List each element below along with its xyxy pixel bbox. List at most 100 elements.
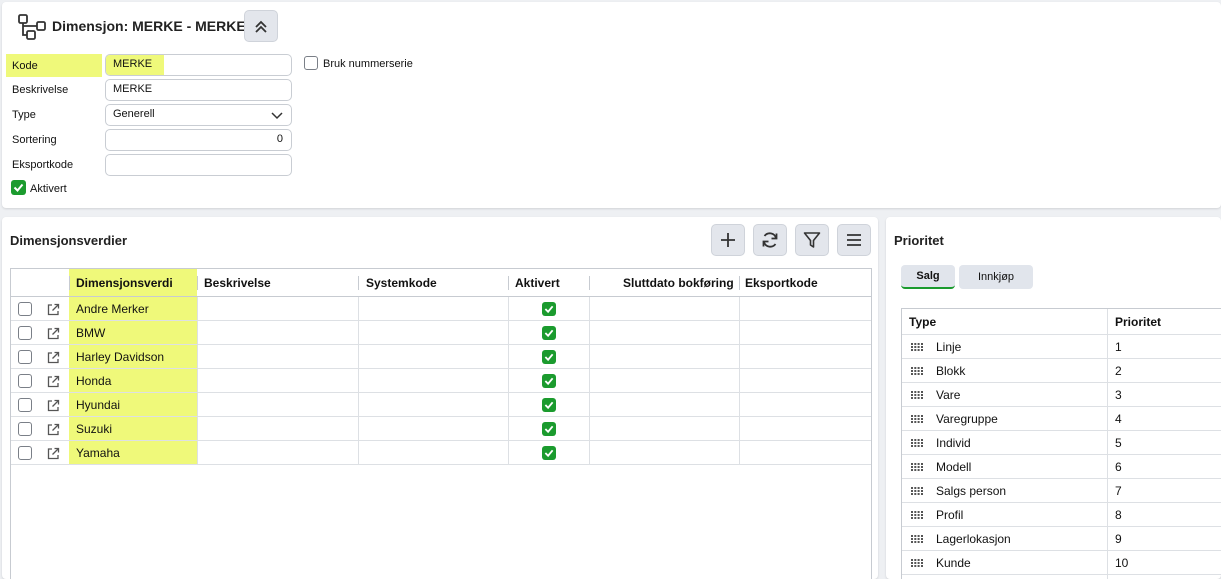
drag-handle-icon[interactable]: [911, 415, 923, 423]
priority-row[interactable]: Vare 3: [902, 383, 1221, 407]
drag-handle-icon[interactable]: [911, 535, 923, 543]
cell-divider: [358, 441, 359, 465]
cell-divider: [197, 321, 198, 345]
add-button[interactable]: [711, 224, 745, 256]
cell-divider: [739, 441, 740, 465]
open-external-icon[interactable]: [47, 447, 60, 460]
priority-row[interactable]: Blokk 2: [902, 359, 1221, 383]
cell-divider: [589, 369, 590, 393]
row-select-checkbox[interactable]: [18, 374, 32, 388]
open-external-icon[interactable]: [47, 375, 60, 388]
row-select-checkbox[interactable]: [18, 326, 32, 340]
cell-divider: [508, 297, 509, 321]
col-aktivert[interactable]: Aktivert: [515, 269, 560, 297]
row-select-checkbox[interactable]: [18, 302, 32, 316]
sortering-input[interactable]: 0: [105, 129, 292, 151]
cell-divider: [739, 321, 740, 345]
drag-handle-icon[interactable]: [911, 487, 923, 495]
type-label: Type: [12, 109, 36, 121]
bruk-nummerserie-checkbox[interactable]: [304, 56, 318, 70]
menu-button[interactable]: [837, 224, 871, 256]
row-select-checkbox[interactable]: [18, 350, 32, 364]
row-select-checkbox[interactable]: [18, 446, 32, 460]
drag-handle-icon[interactable]: [911, 463, 923, 471]
dimension-values-grid: Dimensjonsverdi Beskrivelse Systemkode A…: [10, 268, 872, 579]
aktivert-check[interactable]: [542, 374, 556, 388]
aktivert-check[interactable]: [542, 302, 556, 316]
drag-handle-icon[interactable]: [911, 511, 923, 519]
tab-salg[interactable]: Salg: [901, 265, 955, 289]
open-external-icon[interactable]: [47, 423, 60, 436]
col-dimensjonsverdi[interactable]: Dimensjonsverdi: [76, 269, 173, 297]
table-row[interactable]: Suzuki: [11, 417, 871, 441]
priority-row[interactable]: Salgs person 7: [902, 479, 1221, 503]
grid-header: Dimensjonsverdi Beskrivelse Systemkode A…: [11, 269, 871, 297]
drag-handle-icon[interactable]: [911, 343, 923, 351]
open-external-icon[interactable]: [47, 303, 60, 316]
priority-row[interactable]: Individ 5: [902, 431, 1221, 455]
tab-innkjop[interactable]: Innkjøp: [959, 265, 1033, 289]
row-select-checkbox[interactable]: [18, 398, 32, 412]
priority-row[interactable]: Linje 1: [902, 335, 1221, 359]
col-sep: [358, 276, 359, 290]
cell-divider: [739, 297, 740, 321]
dimensjonsverdi-cell: Hyundai: [76, 398, 121, 412]
cell-divider: [197, 297, 198, 321]
chevron-double-up-icon: [255, 20, 267, 33]
refresh-button[interactable]: [753, 224, 787, 256]
drag-handle-icon[interactable]: [911, 439, 923, 447]
aktivert-checkbox[interactable]: [11, 180, 26, 195]
cell-divider: [589, 417, 590, 441]
aktivert-label: Aktivert: [30, 183, 67, 195]
cell-divider: [197, 417, 198, 441]
eksportkode-input[interactable]: [105, 154, 292, 176]
priority-type-cell: Vare: [936, 388, 961, 402]
menu-icon: [847, 234, 861, 246]
priority-value-cell: 4: [1115, 412, 1122, 426]
kode-value: MERKE: [113, 58, 153, 70]
aktivert-check[interactable]: [542, 446, 556, 460]
row-select-checkbox[interactable]: [18, 422, 32, 436]
table-row[interactable]: Andre Merker: [11, 297, 871, 321]
cell-divider: [589, 297, 590, 321]
cell-divider: [508, 393, 509, 417]
table-row[interactable]: Harley Davidson: [11, 345, 871, 369]
priority-row[interactable]: Modell 6: [902, 455, 1221, 479]
filter-button[interactable]: [795, 224, 829, 256]
drag-handle-icon[interactable]: [911, 559, 923, 567]
checkmark-icon: [544, 353, 554, 362]
open-external-icon[interactable]: [47, 399, 60, 412]
priority-title: Prioritet: [894, 233, 944, 248]
open-external-icon[interactable]: [47, 327, 60, 340]
col-type[interactable]: Type: [909, 309, 936, 335]
priority-value-cell: 9: [1115, 532, 1122, 546]
table-row[interactable]: Yamaha: [11, 441, 871, 465]
priority-row[interactable]: Profil 8: [902, 503, 1221, 527]
col-systemkode[interactable]: Systemkode: [366, 269, 437, 297]
priority-row[interactable]: Kunde 10: [902, 551, 1221, 575]
cell-divider: [197, 345, 198, 369]
table-row[interactable]: Honda: [11, 369, 871, 393]
col-beskrivelse[interactable]: Beskrivelse: [204, 269, 271, 297]
kode-input[interactable]: MERKE: [105, 54, 292, 76]
col-prioritet[interactable]: Prioritet: [1115, 309, 1161, 335]
beskrivelse-input[interactable]: MERKE: [105, 79, 292, 101]
col-sluttdato-bokforing[interactable]: Sluttdato bokføring: [623, 269, 734, 297]
type-select[interactable]: Generell: [105, 104, 292, 126]
table-row[interactable]: BMW: [11, 321, 871, 345]
drag-handle-icon[interactable]: [911, 367, 923, 375]
priority-value-cell: 7: [1115, 484, 1122, 498]
priority-row[interactable]: Lagerlokasjon 9: [902, 527, 1221, 551]
dimension-header-card: Dimensjon: MERKE - MERKE Kode MERKE Besk…: [2, 2, 1221, 208]
col-eksportkode[interactable]: Eksportkode: [745, 269, 818, 297]
priority-row[interactable]: Varegruppe 4: [902, 407, 1221, 431]
open-external-icon[interactable]: [47, 351, 60, 364]
drag-handle-icon[interactable]: [911, 391, 923, 399]
aktivert-check[interactable]: [542, 326, 556, 340]
table-row[interactable]: Hyundai: [11, 393, 871, 417]
aktivert-check[interactable]: [542, 422, 556, 436]
cell-divider: [739, 393, 740, 417]
aktivert-check[interactable]: [542, 350, 556, 364]
aktivert-check[interactable]: [542, 398, 556, 412]
collapse-button[interactable]: [244, 10, 278, 42]
